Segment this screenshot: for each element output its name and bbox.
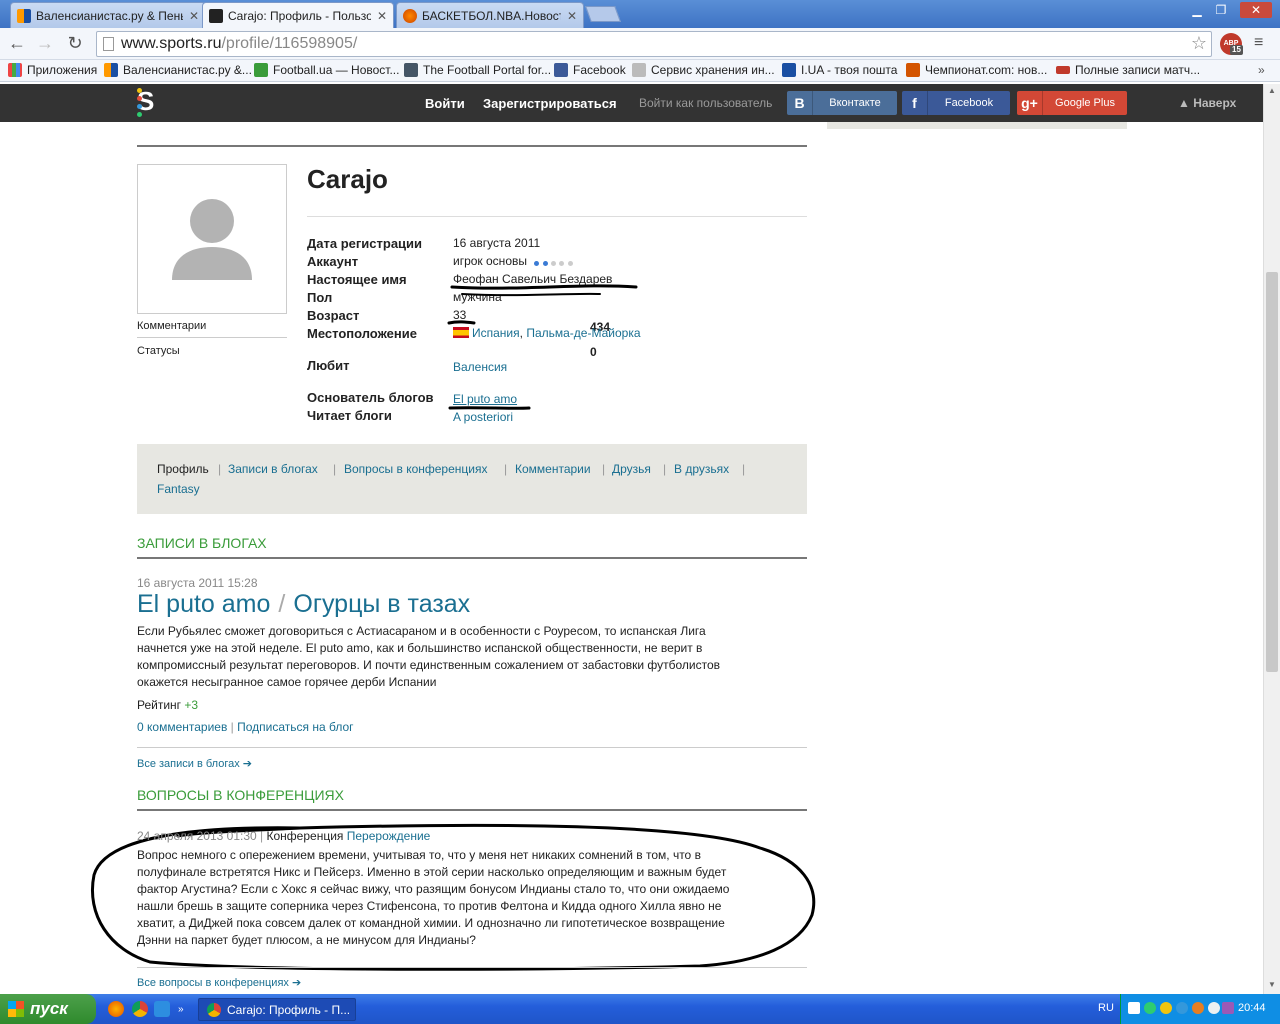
tab-separator: | <box>602 462 606 476</box>
sports-ru-favicon-icon <box>209 8 223 23</box>
tab-separator: | <box>742 462 746 476</box>
rating-value: +3 <box>184 698 199 712</box>
divider <box>137 967 807 968</box>
tab-separator: | <box>504 462 508 476</box>
tab-separator: | <box>218 462 222 476</box>
conference-section-title: Вопросы в конференциях <box>137 787 344 803</box>
comments-link[interactable]: 0 комментариев <box>137 720 227 734</box>
post-actions: 0 комментариев | Подписаться на блог <box>137 720 354 734</box>
tab-conference-questions[interactable]: Вопросы в конференциях <box>344 462 487 476</box>
start-button[interactable]: пуск <box>0 994 96 1024</box>
all-conference-questions-link[interactable]: Все вопросы в конференциях ➔ <box>137 976 301 989</box>
tray-volume-icon[interactable] <box>1208 1002 1220 1014</box>
tab-fantasy[interactable]: Fantasy <box>157 482 200 496</box>
close-icon[interactable]: ✕ <box>377 9 387 23</box>
windows-flag-icon <box>8 1001 24 1017</box>
tray-display-icon[interactable] <box>1222 1002 1234 1014</box>
post-blog-link[interactable]: El puto amo <box>137 590 270 618</box>
browser-tab-carajo[interactable]: Carajo: Профиль - Пользов ✕ <box>202 2 394 28</box>
taskbar-clock: 20:44 <box>1238 1002 1266 1014</box>
conference-link[interactable]: Перерождение <box>347 829 431 843</box>
tab-separator: | <box>663 462 667 476</box>
blogs-section-title: Записи в блогах <box>137 535 267 551</box>
subscribe-blog-link[interactable]: Подписаться на блог <box>237 720 353 734</box>
tray-bluetooth-icon[interactable] <box>1176 1002 1188 1014</box>
tab-separator: | <box>333 462 337 476</box>
conference-date: 24 апреля 2013 01:30 <box>137 829 257 843</box>
tray-antivirus-icon[interactable] <box>1160 1002 1172 1014</box>
divider <box>137 747 807 748</box>
chrome-icon <box>207 1003 221 1017</box>
taskbar-chrome-window[interactable]: Carajo: Профиль - П... <box>198 998 356 1021</box>
conference-meta: 24 апреля 2013 01:30 | Конференция Перер… <box>137 829 431 843</box>
divider <box>137 557 807 559</box>
app-launcher-icon[interactable] <box>154 1001 170 1017</box>
quick-launch-more-icon[interactable]: » <box>178 1004 188 1015</box>
tab-comments[interactable]: Комментарии <box>515 462 591 476</box>
tab-profile[interactable]: Профиль <box>157 462 209 476</box>
tray-arrow-icon[interactable] <box>1128 1002 1140 1014</box>
all-blog-posts-link[interactable]: Все записи в блогах ➔ <box>137 757 252 770</box>
tab-friends[interactable]: Друзья <box>612 462 651 476</box>
post-title-link[interactable]: Огурцы в тазах <box>293 590 470 618</box>
post-rating: Рейтинг +3 <box>137 698 199 712</box>
tab-blog-posts[interactable]: Записи в блогах <box>228 462 318 476</box>
language-indicator[interactable]: RU <box>1098 1002 1114 1014</box>
tray-network-icon[interactable] <box>1144 1002 1156 1014</box>
chrome-icon[interactable] <box>132 1001 148 1017</box>
windows-taskbar <box>0 994 1280 1024</box>
conference-question: Вопрос немного с опережением времени, уч… <box>137 848 730 947</box>
tab-title: Carajo: Профиль - Пользов <box>228 8 371 23</box>
divider <box>137 809 807 811</box>
post-date: 16 августа 2011 15:28 <box>137 576 258 590</box>
post-excerpt: Если Рубьялес сможет договориться с Асти… <box>137 624 721 689</box>
tab-in-friends[interactable]: В друзьях <box>674 462 729 476</box>
firefox-icon[interactable] <box>108 1001 124 1017</box>
post-heading: El puto amo / Огурцы в тазах <box>137 590 471 618</box>
profile-tabs-panel <box>137 444 807 514</box>
tray-app-icon[interactable] <box>1192 1002 1204 1014</box>
